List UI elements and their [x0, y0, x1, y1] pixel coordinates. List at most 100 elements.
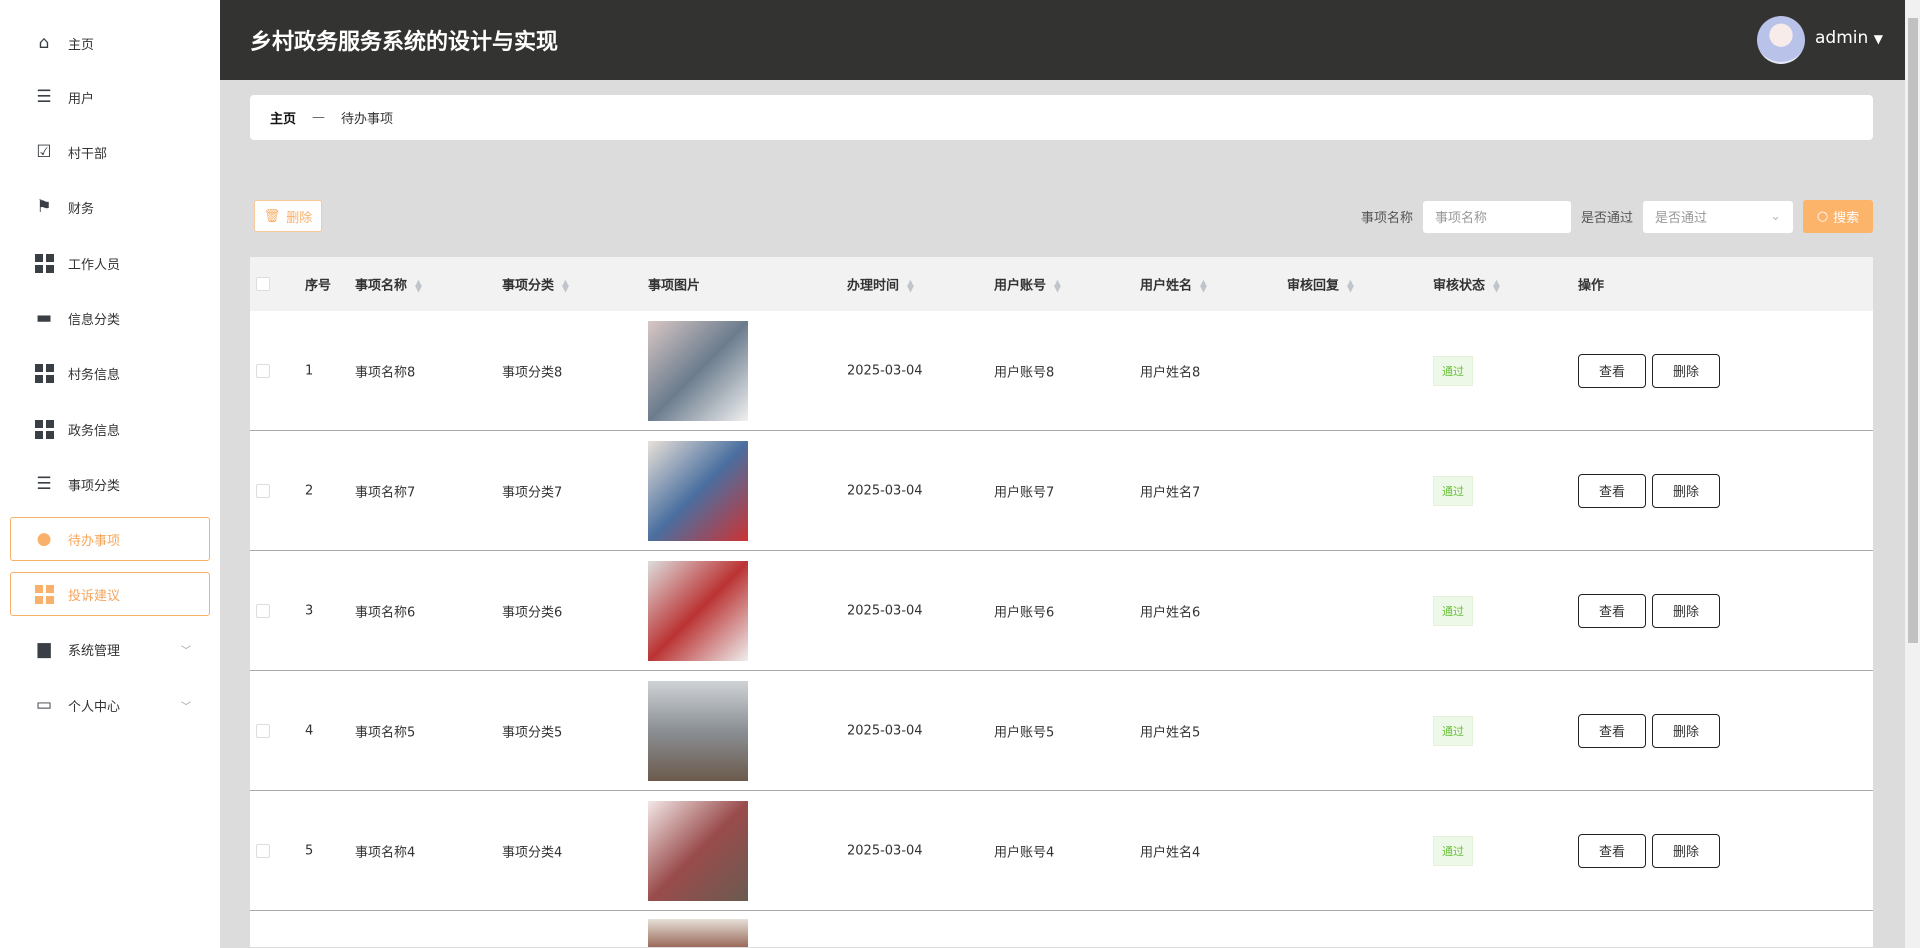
sort-icon[interactable]: ▲▼ [415, 280, 422, 292]
item-image[interactable] [648, 801, 748, 901]
scrollbar-thumb[interactable] [1908, 18, 1918, 643]
column-header[interactable]: 事项名称 ▲▼ [355, 275, 422, 294]
sort-icon[interactable]: ▲▼ [1347, 280, 1354, 292]
row-checkbox[interactable] [256, 844, 270, 858]
pass-placeholder: 是否通过 [1655, 207, 1707, 226]
column-header[interactable]: 事项分类▲▼ [502, 275, 569, 294]
monitor-icon: ▬ [34, 308, 54, 328]
item-category: 事项分类4 [502, 841, 562, 860]
search-button[interactable]: ○ 搜索 [1803, 200, 1873, 233]
status-badge: 通过 [1433, 356, 1473, 386]
user-name: 用户姓名6 [1140, 601, 1200, 620]
row-index: 5 [305, 843, 313, 858]
sidebar-item-9[interactable]: ●待办事项 [10, 517, 210, 561]
handle-time: 2025-03-04 [847, 843, 923, 858]
column-header[interactable]: 用户姓名▲▼ [1140, 275, 1207, 294]
delete-button[interactable]: 删除 [1652, 834, 1720, 868]
row-index: 3 [305, 603, 313, 618]
sidebar-item-12[interactable]: ▭个人中心﹀ [10, 683, 210, 727]
app-title: 乡村政务服务系统的设计与实现 [250, 24, 558, 56]
sidebar-item-2[interactable]: ☑村干部 [10, 130, 210, 174]
pass-select[interactable]: 是否通过⌄ [1643, 201, 1793, 233]
sort-icon[interactable]: ▲▼ [1054, 280, 1061, 292]
search-icon: ○ [1817, 209, 1828, 224]
user-account: 用户账号7 [994, 481, 1054, 500]
scrollbar[interactable] [1905, 0, 1920, 948]
column-header[interactable]: 用户账号▲▼ [994, 275, 1061, 294]
sidebar-item-10[interactable]: 投诉建议 [10, 572, 210, 616]
sidebar-item-8[interactable]: ☰事项分类 [10, 462, 210, 506]
chevron-down-icon[interactable]: ﹀ [181, 698, 191, 713]
select-all-checkbox[interactable] [256, 277, 270, 291]
view-button[interactable]: 查看 [1578, 834, 1646, 868]
sort-icon[interactable]: ▲▼ [1200, 280, 1207, 292]
item-image[interactable] [648, 561, 748, 661]
sidebar-item-label: 主页 [68, 34, 94, 53]
table-header: 序号事项名称▲▼事项分类▲▼事项图片办理时间▲▼用户账号▲▼用户姓名▲▼审核回复… [250, 257, 1873, 311]
avatar[interactable] [1757, 16, 1805, 64]
column-header[interactable]: 审核状态▲▼ [1433, 275, 1500, 294]
sidebar-item-label: 个人中心 [68, 696, 120, 715]
view-button[interactable]: 查看 [1578, 354, 1646, 388]
delete-button[interactable]: 删除 [1652, 354, 1720, 388]
sidebar-item-label: 村务信息 [68, 364, 120, 383]
sort-icon[interactable]: ▲▼ [562, 280, 569, 292]
delete-button[interactable]: 删除 [1652, 594, 1720, 628]
sort-icon[interactable]: ▲▼ [1493, 280, 1500, 292]
sidebar-item-6[interactable]: 村务信息 [10, 351, 210, 395]
batch-delete-button[interactable]: 🗑删除 [254, 200, 322, 232]
handle-time: 2025-03-04 [847, 363, 923, 378]
row-checkbox[interactable] [256, 724, 270, 738]
column-header-label: 事项名称 [355, 279, 407, 294]
grid-icon [34, 253, 54, 273]
item-image[interactable] [648, 321, 748, 421]
user-name: 用户姓名5 [1140, 721, 1200, 740]
home-icon: ⌂ [34, 33, 54, 53]
sidebar-item-4[interactable]: 工作人员 [10, 241, 210, 285]
sidebar-item-label: 财务 [68, 198, 94, 217]
table-row: 5 事项名称4 事项分类4 2025-03-04 用户账号4 用户姓名4 通过 … [250, 791, 1873, 911]
sidebar-item-0[interactable]: ⌂ 主页 [10, 21, 210, 65]
item-image[interactable] [648, 681, 748, 781]
table-row-partial [250, 911, 1873, 947]
column-header-label: 序号 [305, 279, 331, 294]
status-badge: 通过 [1433, 716, 1473, 746]
name-placeholder: 事项名称 [1435, 207, 1487, 226]
delete-button[interactable]: 删除 [1652, 714, 1720, 748]
chevron-down-icon[interactable]: ﹀ [181, 642, 191, 657]
column-header[interactable]: 办理时间▲▼ [847, 275, 914, 294]
column-header-label: 事项图片 [648, 279, 700, 294]
name-search-input[interactable]: 事项名称 [1423, 201, 1571, 233]
sidebar-item-label: 待办事项 [68, 530, 120, 549]
sidebar-item-3[interactable]: ⚑财务 [10, 185, 210, 229]
row-checkbox[interactable] [256, 364, 270, 378]
search-bar: 事项名称 事项名称 是否通过 是否通过⌄ ○搜索 [1361, 200, 1873, 233]
item-image[interactable] [648, 919, 748, 947]
breadcrumb-home[interactable]: 主页 [270, 108, 296, 127]
table-row: 3 事项名称6 事项分类6 2025-03-04 用户账号6 用户姓名6 通过 … [250, 551, 1873, 671]
column-header[interactable]: 审核回复▲▼ [1287, 275, 1354, 294]
view-button[interactable]: 查看 [1578, 714, 1646, 748]
top-header: 乡村政务服务系统的设计与实现 admin ▼ [220, 0, 1905, 80]
row-index: 4 [305, 723, 313, 738]
sidebar-item-1[interactable]: ☰用户 [10, 75, 210, 119]
delete-label: 删除 [286, 207, 312, 226]
item-category: 事项分类5 [502, 721, 562, 740]
view-button[interactable]: 查看 [1578, 474, 1646, 508]
sidebar-item-11[interactable]: ▆系统管理﹀ [10, 627, 210, 671]
search-label: 搜索 [1833, 207, 1859, 226]
column-header: 序号 [305, 275, 331, 294]
status-badge: 通过 [1433, 476, 1473, 506]
pass-label: 是否通过 [1581, 207, 1633, 226]
view-button[interactable]: 查看 [1578, 594, 1646, 628]
sidebar-item-label: 投诉建议 [68, 585, 120, 604]
row-checkbox[interactable] [256, 604, 270, 618]
item-image[interactable] [648, 441, 748, 541]
delete-button[interactable]: 删除 [1652, 474, 1720, 508]
row-checkbox[interactable] [256, 484, 270, 498]
user-menu[interactable]: admin ▼ [1815, 28, 1883, 48]
sort-icon[interactable]: ▲▼ [907, 280, 914, 292]
sidebar-item-7[interactable]: 政务信息 [10, 407, 210, 451]
handle-time: 2025-03-04 [847, 483, 923, 498]
sidebar-item-5[interactable]: ▬信息分类 [10, 296, 210, 340]
